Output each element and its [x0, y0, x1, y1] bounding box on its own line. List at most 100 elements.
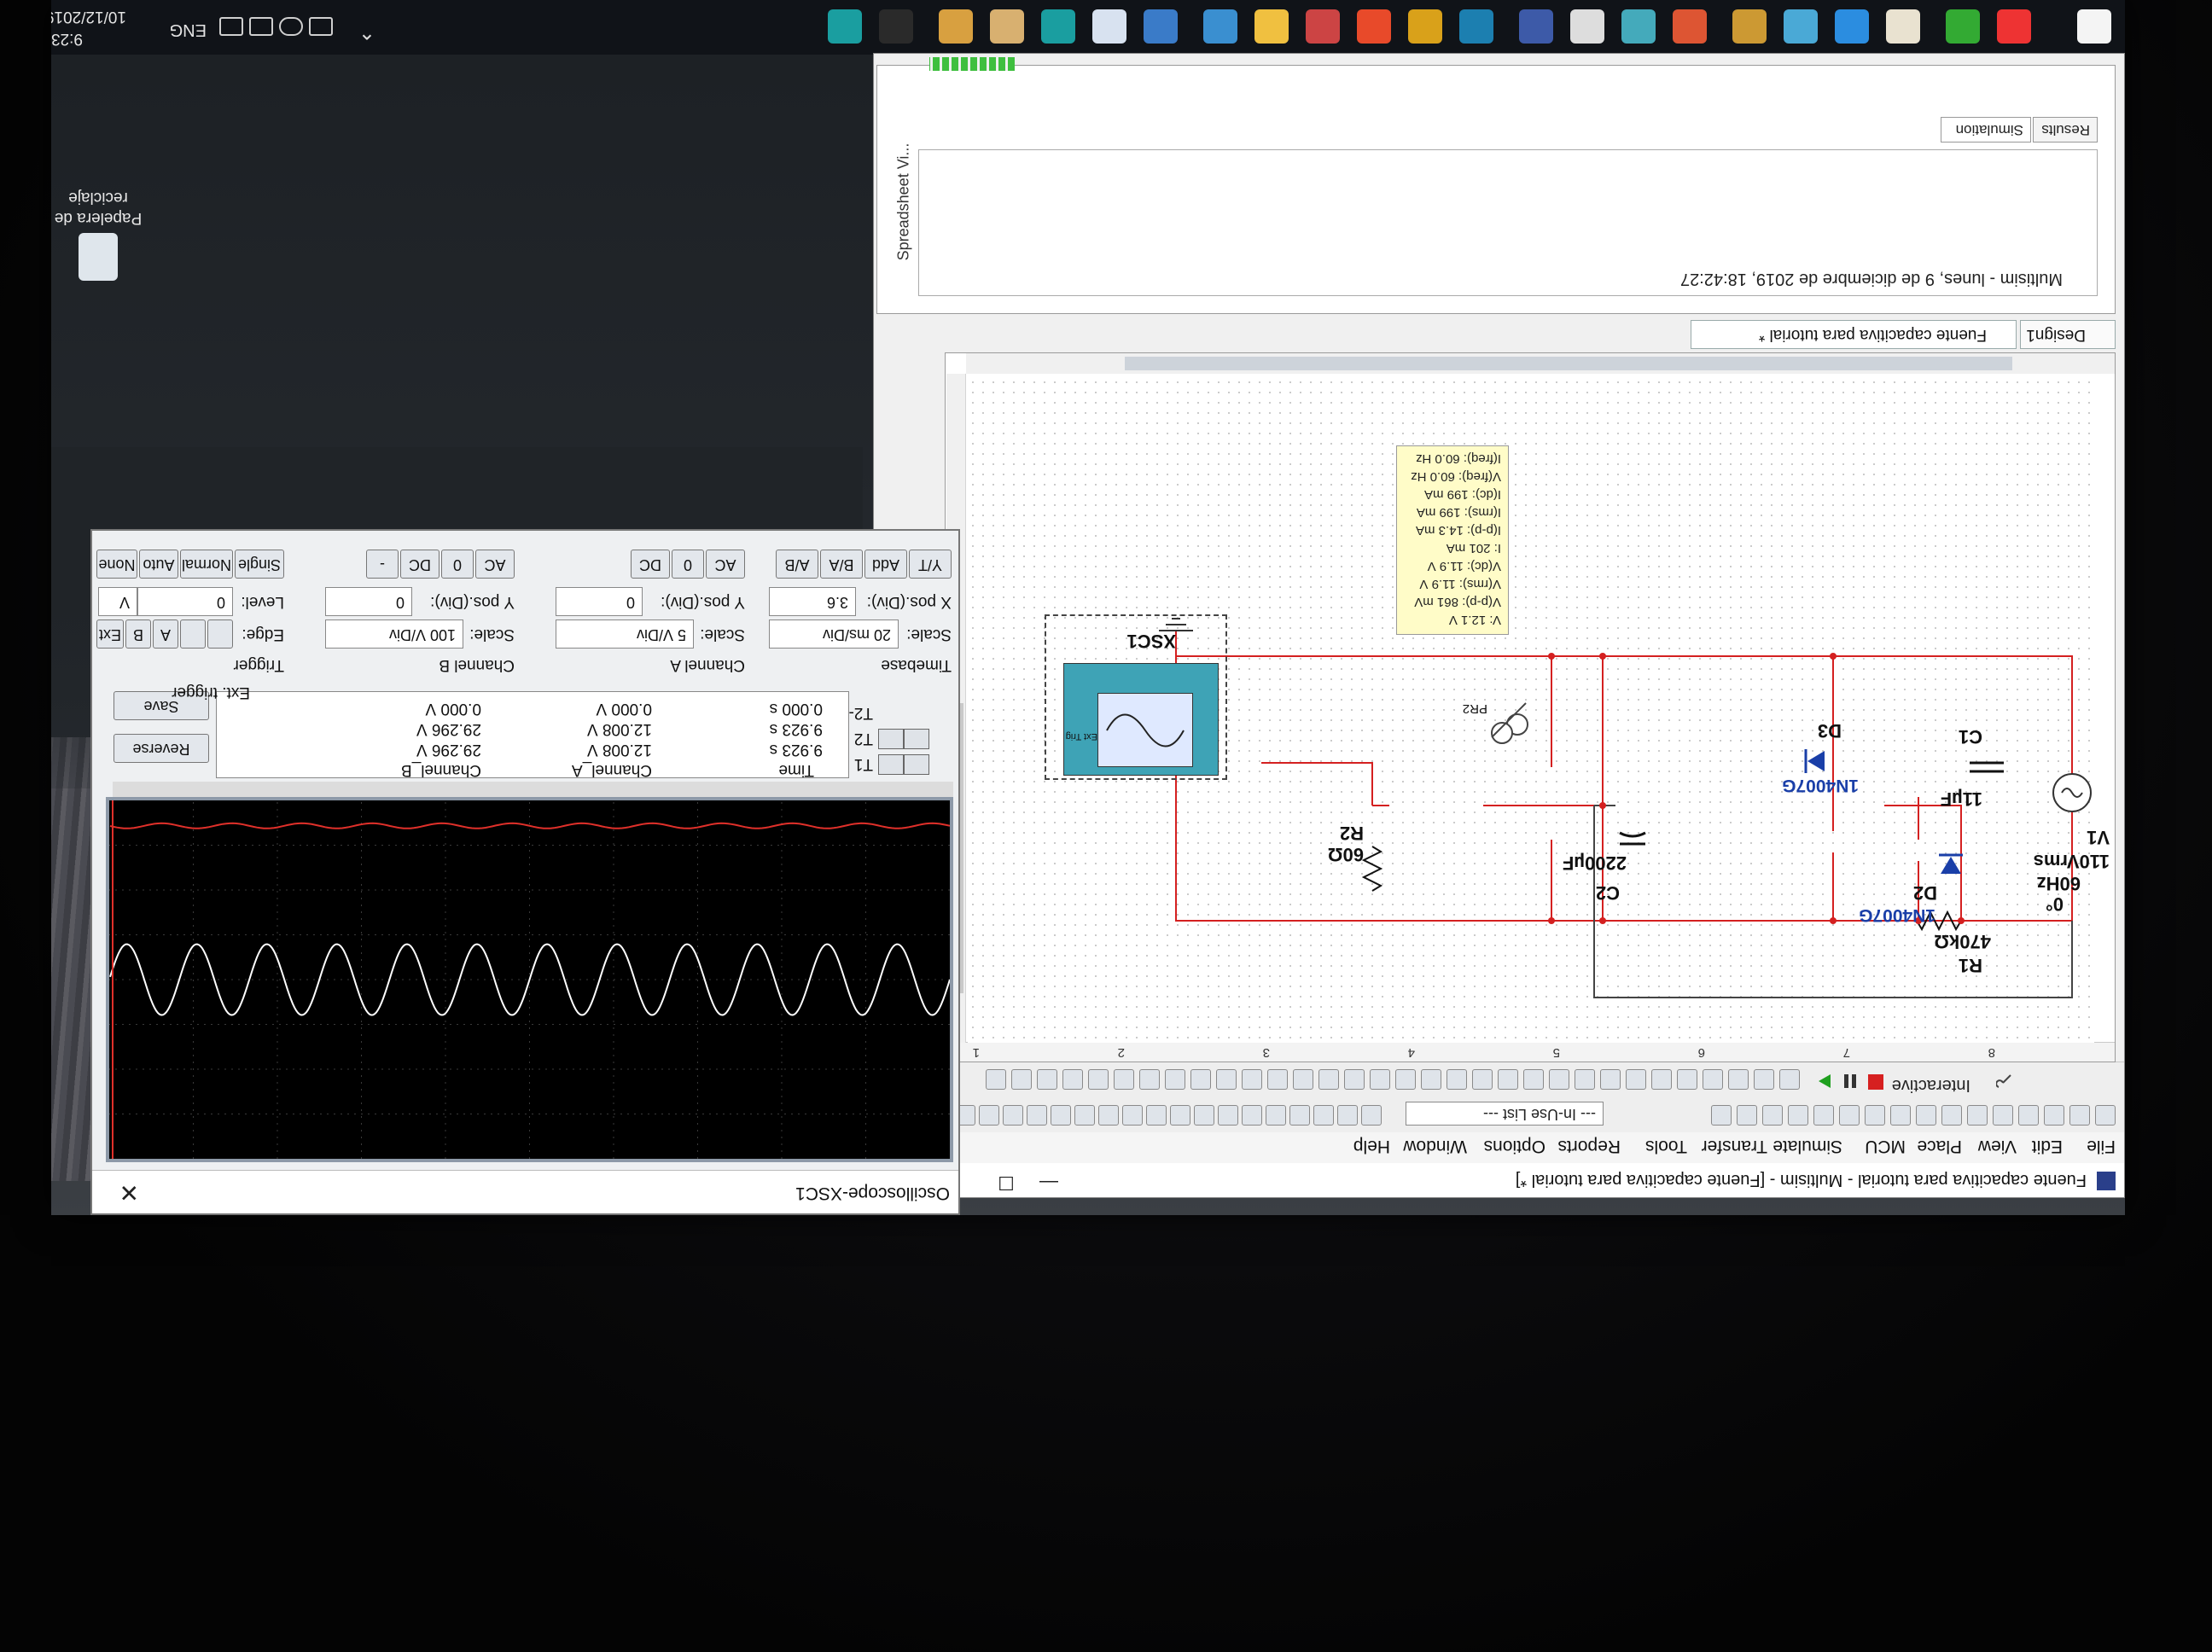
- toolbar-button[interactable]: [1361, 1105, 1382, 1126]
- toolbar-button[interactable]: [1839, 1105, 1860, 1126]
- chrome-icon[interactable]: [1357, 9, 1391, 44]
- toolbar-button[interactable]: [1098, 1105, 1119, 1126]
- instrument-button[interactable]: [1139, 1069, 1160, 1090]
- wrench-icon[interactable]: [1995, 1073, 2013, 1090]
- instrument-button[interactable]: [1370, 1069, 1390, 1090]
- trigger-normal-button[interactable]: Normal: [180, 550, 233, 579]
- channel-a-dc-button[interactable]: DC: [631, 550, 670, 579]
- maximize-button[interactable]: ☐: [989, 1166, 1023, 1194]
- app-icon-18[interactable]: [1092, 9, 1126, 44]
- app-icon-11[interactable]: [1459, 9, 1493, 44]
- probe-label[interactable]: PR2: [1463, 701, 1487, 716]
- toolbar-button[interactable]: [1337, 1105, 1358, 1126]
- trigger-source-b[interactable]: B: [125, 620, 151, 649]
- instrument-button[interactable]: [1575, 1069, 1595, 1090]
- oscilloscope-scrollbar[interactable]: [113, 782, 953, 797]
- channel-b-ypos-field[interactable]: 0: [325, 587, 412, 616]
- ext-trigger-label[interactable]: Ext. trigger: [172, 683, 250, 701]
- toolbar-button[interactable]: [1289, 1105, 1310, 1126]
- toolbar-button[interactable]: [1711, 1105, 1732, 1126]
- app-icon-21[interactable]: [939, 9, 973, 44]
- timebase-scale-field[interactable]: 20 ms/Div: [769, 620, 899, 649]
- c2-label[interactable]: C2: [1596, 881, 1620, 904]
- toolbar-button[interactable]: [1941, 1105, 1962, 1126]
- toolbar-button[interactable]: [1242, 1105, 1262, 1126]
- instrument-button[interactable]: [1651, 1069, 1672, 1090]
- trigger-source-a[interactable]: A: [153, 620, 178, 649]
- oscilloscope-window[interactable]: Oscilloscope-XSC1 ✕ T1 T2 T2-T1 Time Cha…: [90, 529, 960, 1215]
- interactive-mode-label[interactable]: Interactive: [1892, 1075, 1970, 1095]
- close-icon[interactable]: ✕: [119, 1178, 139, 1207]
- app-icon-14[interactable]: [1306, 9, 1340, 44]
- toolbar-button[interactable]: [1890, 1105, 1911, 1126]
- app-icon-2[interactable]: [1946, 9, 1980, 44]
- instrument-button[interactable]: [1088, 1069, 1109, 1090]
- in-use-list[interactable]: --- In-Use List ---: [1406, 1102, 1604, 1126]
- toolbar-button[interactable]: [1737, 1105, 1757, 1126]
- instrument-button[interactable]: [1447, 1069, 1467, 1090]
- oscilloscope-display[interactable]: [106, 797, 953, 1162]
- multisim-taskbar-icon[interactable]: [1519, 9, 1553, 44]
- tab-file[interactable]: Fuente capacitiva para tutorial *: [1691, 320, 2017, 349]
- toolbar-button[interactable]: [1967, 1105, 1988, 1126]
- toolbar-button[interactable]: [1865, 1105, 1885, 1126]
- toolbar-button[interactable]: [1027, 1105, 1047, 1126]
- app-icon-23[interactable]: [828, 9, 862, 44]
- instrument-button[interactable]: [1677, 1069, 1697, 1090]
- channel-b-zero-button[interactable]: 0: [441, 550, 474, 579]
- channel-a-ypos-field[interactable]: 0: [556, 587, 643, 616]
- app-icon-9[interactable]: [1570, 9, 1604, 44]
- instrument-button[interactable]: [1190, 1069, 1211, 1090]
- t1-left-button[interactable]: [904, 754, 929, 775]
- app-icon-5[interactable]: [1784, 9, 1818, 44]
- app-icon-20[interactable]: [990, 9, 1024, 44]
- instrument-button[interactable]: [1011, 1069, 1032, 1090]
- menu-window[interactable]: Window: [1403, 1136, 1467, 1156]
- instrument-button[interactable]: [1318, 1069, 1339, 1090]
- menu-reports[interactable]: Reports: [1557, 1136, 1621, 1156]
- reverse-button[interactable]: Reverse: [114, 734, 209, 763]
- mode-add-button[interactable]: Add: [864, 550, 907, 579]
- channel-b-dc-button[interactable]: DC: [400, 550, 439, 579]
- app-icon-8[interactable]: [1621, 9, 1656, 44]
- instrument-button[interactable]: [1062, 1069, 1083, 1090]
- toolbar-button[interactable]: [1993, 1105, 2013, 1126]
- toolbar-button[interactable]: [2044, 1105, 2064, 1126]
- instrument-button[interactable]: [1242, 1069, 1262, 1090]
- instrument-button[interactable]: [1498, 1069, 1518, 1090]
- toolbar-button[interactable]: [1762, 1105, 1783, 1126]
- channel-a-scale-field[interactable]: 5 V/Div: [556, 620, 694, 649]
- instrument-button[interactable]: [1114, 1069, 1134, 1090]
- trigger-auto-button[interactable]: Auto: [139, 550, 178, 579]
- trigger-none-button[interactable]: None: [96, 550, 137, 579]
- instrument-button[interactable]: [1600, 1069, 1621, 1090]
- menu-transfer[interactable]: Transfer: [1702, 1136, 1767, 1156]
- instrument-button[interactable]: [1779, 1069, 1800, 1090]
- instrument-button[interactable]: [1626, 1069, 1646, 1090]
- trigger-level-unit[interactable]: V: [98, 587, 137, 616]
- instrument-button[interactable]: [986, 1069, 1006, 1090]
- mode-ba-button[interactable]: B/A: [820, 550, 863, 579]
- instrument-button[interactable]: [1703, 1069, 1723, 1090]
- battery-icon[interactable]: [309, 17, 333, 36]
- app-icon-6[interactable]: [1732, 9, 1767, 44]
- app-icon-4[interactable]: [1835, 9, 1869, 44]
- instrument-button[interactable]: [1293, 1069, 1313, 1090]
- language-indicator[interactable]: ENG: [170, 20, 207, 39]
- wifi-icon[interactable]: [279, 17, 303, 36]
- t1-right-button[interactable]: [878, 754, 904, 775]
- toolbar-button[interactable]: [1074, 1105, 1095, 1126]
- trigger-source-ext[interactable]: Ext: [96, 620, 124, 649]
- toolbar-button[interactable]: [2018, 1105, 2039, 1126]
- app-icon-22[interactable]: [879, 9, 913, 44]
- notification-icon[interactable]: [219, 17, 243, 36]
- app-icon-16[interactable]: [1203, 9, 1237, 44]
- instrument-button[interactable]: [1165, 1069, 1185, 1090]
- menu-view[interactable]: View: [1978, 1136, 2017, 1156]
- pause-button[interactable]: [1842, 1073, 1858, 1090]
- toolbar-button[interactable]: [2095, 1105, 2116, 1126]
- app-icon-17[interactable]: [1144, 9, 1178, 44]
- app-icon-3[interactable]: [1886, 9, 1920, 44]
- channel-b-minus-button[interactable]: -: [366, 550, 399, 579]
- toolbar-button[interactable]: [1266, 1105, 1286, 1126]
